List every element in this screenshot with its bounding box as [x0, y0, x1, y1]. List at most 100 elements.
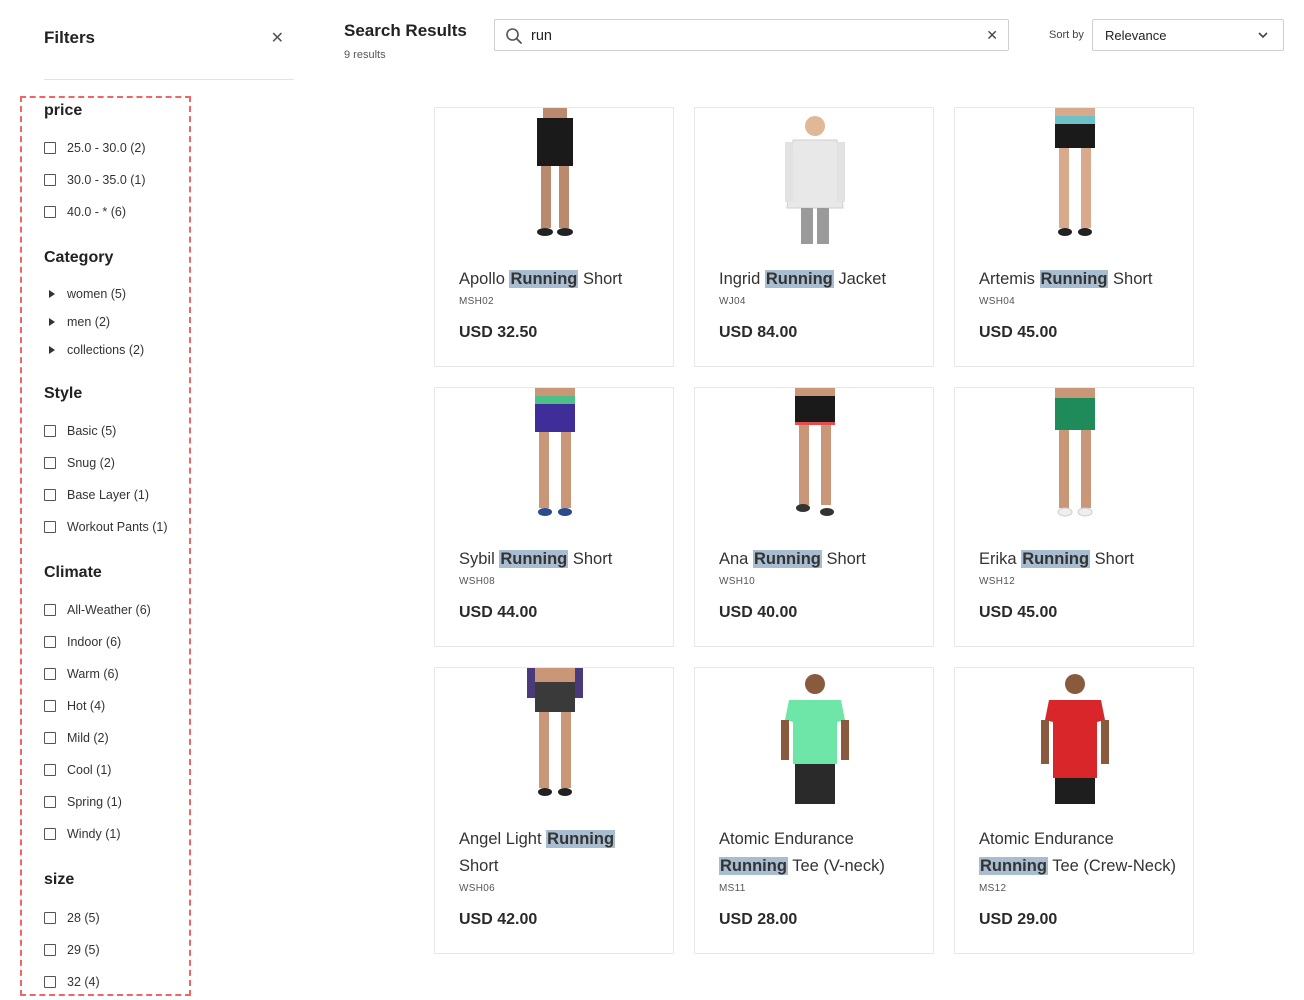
facet-option-price-30-35[interactable]: 30.0 - 35.0 (1) — [44, 173, 146, 187]
facet-option-climate-mild[interactable]: Mild (2) — [44, 731, 109, 745]
facet-title-category: Category — [44, 249, 114, 266]
product-card[interactable]: Apollo Running Short MSH02 USD 32.50 — [434, 107, 674, 367]
facet-option-climate-indoor[interactable]: Indoor (6) — [44, 635, 121, 649]
checkbox[interactable] — [44, 142, 56, 154]
facets-panel: price 25.0 - 30.0 (2) 30.0 - 35.0 (1) 40… — [20, 96, 191, 996]
product-sku: WSH08 — [459, 576, 495, 587]
facet-option-climate-warm[interactable]: Warm (6) — [44, 667, 119, 681]
product-price: USD 45.00 — [979, 324, 1058, 341]
product-image[interactable] — [1025, 108, 1125, 248]
facet-option-climate-windy[interactable]: Windy (1) — [44, 827, 120, 841]
product-name[interactable]: Ingrid Running Jacket — [719, 266, 919, 293]
checkbox[interactable] — [44, 521, 56, 533]
product-name[interactable]: Apollo Running Short — [459, 266, 659, 293]
facet-option-size-32[interactable]: 32 (4) — [44, 975, 100, 989]
facet-option-size-28[interactable]: 28 (5) — [44, 911, 100, 925]
facet-option-style-base-layer[interactable]: Base Layer (1) — [44, 488, 149, 502]
category-item-collections[interactable]: collections (2) — [44, 343, 144, 357]
product-image[interactable] — [505, 668, 605, 808]
facet-option-label: Indoor (6) — [67, 635, 122, 649]
facet-option-climate-cool[interactable]: Cool (1) — [44, 763, 111, 777]
facet-option-label: 29 (5) — [67, 943, 100, 957]
product-price: USD 28.00 — [719, 911, 798, 928]
facet-option-climate-hot[interactable]: Hot (4) — [44, 699, 105, 713]
checkbox[interactable] — [44, 828, 56, 840]
facet-option-style-snug[interactable]: Snug (2) — [44, 456, 115, 470]
product-name[interactable]: Ana Running Short — [719, 546, 919, 573]
product-image[interactable] — [1025, 388, 1125, 528]
checkbox[interactable] — [44, 636, 56, 648]
product-card[interactable]: Ana Running Short WSH10 USD 40.00 — [694, 387, 934, 647]
product-image[interactable] — [765, 108, 865, 248]
checkbox[interactable] — [44, 668, 56, 680]
checkbox[interactable] — [44, 206, 56, 218]
facet-option-size-29[interactable]: 29 (5) — [44, 943, 100, 957]
search-highlight: Running — [979, 857, 1048, 875]
search-highlight: Running — [546, 830, 616, 848]
product-image[interactable] — [505, 388, 605, 528]
product-name[interactable]: Atomic Endurance Running Tee (V-neck) — [719, 826, 919, 880]
page-title: Search Results — [344, 21, 467, 40]
facet-option-price-40-plus[interactable]: 40.0 - * (6) — [44, 205, 126, 219]
search-bar: ✕ — [494, 19, 1009, 51]
facet-option-style-basic[interactable]: Basic (5) — [44, 424, 116, 438]
product-sku: WSH12 — [979, 576, 1015, 587]
product-name[interactable]: Angel Light Running Short — [459, 826, 659, 880]
facet-option-label: Hot (4) — [67, 699, 106, 713]
search-input[interactable] — [531, 25, 971, 47]
caret-right-icon[interactable] — [49, 318, 55, 326]
category-item-women[interactable]: women (5) — [44, 287, 126, 301]
sort-dropdown[interactable]: Relevance — [1092, 19, 1284, 51]
checkbox[interactable] — [44, 425, 56, 437]
product-price: USD 84.00 — [719, 324, 798, 341]
product-image[interactable] — [765, 388, 865, 528]
checkbox[interactable] — [44, 457, 56, 469]
search-highlight: Running — [764, 270, 834, 288]
product-image[interactable] — [765, 668, 865, 808]
facet-option-label: Base Layer (1) — [67, 488, 149, 502]
facet-option-label: Mild (2) — [67, 731, 109, 745]
product-price: USD 40.00 — [719, 604, 798, 621]
product-card[interactable]: Artemis Running Short WSH04 USD 45.00 — [954, 107, 1194, 367]
product-image[interactable] — [1025, 668, 1125, 808]
category-item-men[interactable]: men (2) — [44, 315, 110, 329]
product-card[interactable]: Angel Light Running Short WSH06 USD 42.0… — [434, 667, 674, 954]
sort-value: Relevance — [1105, 28, 1167, 43]
checkbox[interactable] — [44, 976, 56, 988]
facet-option-label: Basic (5) — [67, 424, 117, 438]
facet-option-price-25-30[interactable]: 25.0 - 30.0 (2) — [44, 141, 146, 155]
product-card[interactable]: Ingrid Running Jacket WJ04 USD 84.00 — [694, 107, 934, 367]
facet-option-label: 40.0 - * (6) — [67, 205, 127, 219]
product-image[interactable] — [505, 108, 605, 248]
filters-header: Filters ✕ — [44, 28, 294, 80]
facet-option-climate-spring[interactable]: Spring (1) — [44, 795, 122, 809]
product-card[interactable]: Atomic Endurance Running Tee (Crew-Neck)… — [954, 667, 1194, 954]
checkbox[interactable] — [44, 944, 56, 956]
checkbox[interactable] — [44, 796, 56, 808]
chevron-down-icon[interactable] — [1257, 29, 1269, 41]
checkbox[interactable] — [44, 912, 56, 924]
checkbox[interactable] — [44, 489, 56, 501]
close-icon[interactable]: ✕ — [271, 28, 284, 48]
caret-right-icon[interactable] — [49, 346, 55, 354]
search-highlight: Running — [752, 550, 822, 568]
product-card[interactable]: Erika Running Short WSH12 USD 45.00 — [954, 387, 1194, 647]
category-label: men (2) — [67, 315, 111, 329]
facet-title-climate: Climate — [44, 564, 102, 581]
checkbox[interactable] — [44, 174, 56, 186]
clear-search-icon[interactable]: ✕ — [986, 27, 998, 44]
checkbox[interactable] — [44, 764, 56, 776]
product-name[interactable]: Sybil Running Short — [459, 546, 659, 573]
facet-option-climate-all-weather[interactable]: All-Weather (6) — [44, 603, 151, 617]
facet-option-style-workout-pants[interactable]: Workout Pants (1) — [44, 520, 168, 534]
checkbox[interactable] — [44, 732, 56, 744]
product-name[interactable]: Erika Running Short — [979, 546, 1179, 573]
product-card[interactable]: Sybil Running Short WSH08 USD 44.00 — [434, 387, 674, 647]
caret-right-icon[interactable] — [49, 290, 55, 298]
checkbox[interactable] — [44, 700, 56, 712]
product-name[interactable]: Atomic Endurance Running Tee (Crew-Neck) — [979, 826, 1179, 880]
checkbox[interactable] — [44, 604, 56, 616]
search-highlight: Running — [499, 550, 569, 568]
product-name[interactable]: Artemis Running Short — [979, 266, 1179, 293]
product-card[interactable]: Atomic Endurance Running Tee (V-neck) MS… — [694, 667, 934, 954]
